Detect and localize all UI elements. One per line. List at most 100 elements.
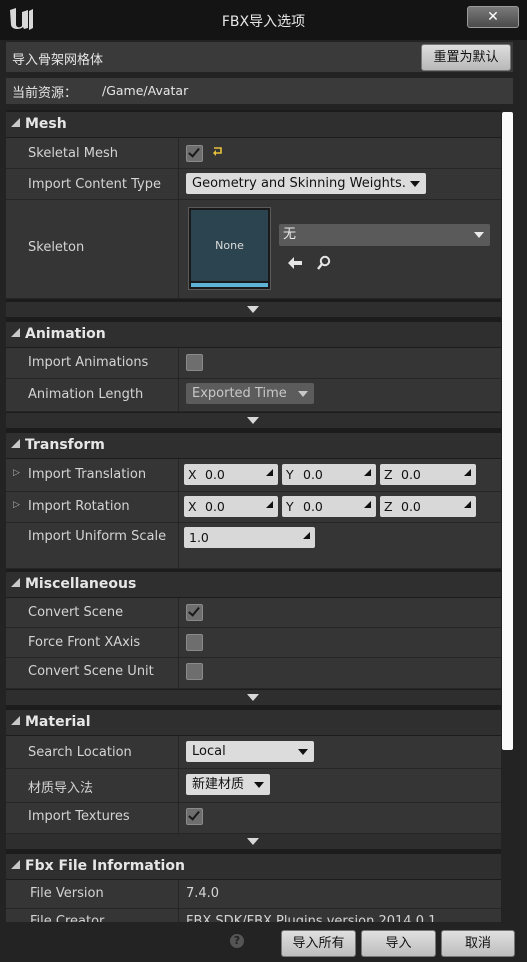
cancel-button[interactable]: 取消	[441, 930, 515, 957]
rotation-z-field[interactable]: Z 0.0	[380, 496, 476, 517]
chevron-down-icon	[474, 232, 484, 238]
property-label: File Creator	[30, 914, 105, 922]
category-title: Material	[25, 714, 91, 730]
row-import-uniform-scale: Import Uniform Scale 1.0	[6, 523, 501, 569]
translation-x-field[interactable]: X 0.0	[184, 464, 278, 485]
category-fbx-file-information[interactable]: Fbx File Information	[6, 854, 501, 879]
category-mesh[interactable]: Mesh	[6, 112, 501, 137]
property-label: Search Location	[28, 745, 132, 760]
file-version-value: 7.4.0	[186, 886, 220, 901]
window-title: FBX导入选项	[221, 14, 306, 30]
skeleton-asset-dropdown[interactable]: 无	[279, 224, 490, 246]
dialog-footer: ? 导入所有 导入 取消	[0, 922, 527, 962]
search-location-dropdown[interactable]: Local	[186, 741, 314, 762]
current-asset-label: 当前资源：	[12, 86, 78, 101]
file-creator-value: FBX SDK/FBX Plugins version 2014.0.1	[186, 914, 437, 922]
fbx-import-options-window: FBX导入选项 ✕ 导入骨架网格体 重置为默认 当前资源： /Game/Avat…	[0, 0, 527, 962]
convert-scene-checkbox[interactable]	[186, 604, 203, 621]
rotation-y-field[interactable]: Y 0.0	[282, 496, 376, 517]
row-convert-scene-unit: Convert Scene Unit	[6, 658, 501, 689]
row-convert-scene: Convert Scene	[6, 598, 501, 628]
category-transform[interactable]: Transform	[6, 433, 501, 458]
reset-arrow-icon[interactable]	[212, 146, 224, 156]
vertical-scrollbar[interactable]	[501, 110, 515, 922]
force-front-xaxis-checkbox[interactable]	[186, 634, 203, 651]
use-selected-arrow-icon[interactable]	[287, 256, 303, 270]
current-asset-bar: 当前资源： /Game/Avatar	[6, 78, 513, 104]
category-material[interactable]: Material	[6, 710, 501, 735]
help-icon[interactable]: ?	[230, 934, 244, 948]
row-import-content-type: Import Content Type Geometry and Skinnin…	[6, 169, 501, 200]
property-label: Import Animations	[28, 355, 149, 370]
category-title: Animation	[25, 326, 106, 342]
category-miscellaneous[interactable]: Miscellaneous	[6, 572, 501, 597]
material-import-method-dropdown[interactable]: 新建材质	[186, 774, 270, 795]
chevron-down-icon	[298, 749, 308, 755]
expand-arrow-icon[interactable]: ▷	[13, 500, 20, 510]
animation-length-dropdown[interactable]: Exported Time	[186, 383, 314, 404]
uniform-scale-field[interactable]: 1.0	[184, 527, 315, 548]
property-label: Skeletal Mesh	[28, 146, 118, 161]
property-label: Import Textures	[28, 809, 130, 824]
import-button[interactable]: 导入	[361, 930, 436, 957]
expand-down-icon	[247, 417, 259, 424]
property-label: 材质导入法	[28, 781, 94, 796]
row-file-version: File Version 7.4.0	[6, 880, 501, 909]
property-label: Skeleton	[28, 240, 85, 255]
import-content-type-dropdown[interactable]: Geometry and Skinning Weights.	[186, 173, 426, 194]
row-force-front-xaxis: Force Front XAxis	[6, 628, 501, 658]
row-import-animations: Import Animations	[6, 348, 501, 379]
import-textures-checkbox[interactable]	[186, 808, 203, 825]
collapse-triangle-icon[interactable]	[11, 439, 20, 448]
category-title: Mesh	[25, 116, 67, 132]
advanced-expander[interactable]	[6, 302, 501, 317]
translation-y-field[interactable]: Y 0.0	[282, 464, 376, 485]
property-label: Convert Scene Unit	[28, 664, 154, 679]
row-material-import-method: 材质导入法 新建材质	[6, 769, 501, 803]
reset-to-default-button[interactable]: 重置为默认	[421, 44, 511, 71]
category-title: Miscellaneous	[25, 576, 137, 592]
advanced-expander[interactable]	[6, 834, 501, 849]
convert-scene-unit-checkbox[interactable]	[186, 663, 203, 680]
advanced-expander[interactable]	[6, 413, 501, 428]
property-label: File Version	[30, 886, 104, 901]
import-type-bar: 导入骨架网格体 重置为默认	[6, 42, 513, 72]
property-label: Convert Scene	[28, 605, 124, 620]
collapse-triangle-icon[interactable]	[11, 118, 20, 127]
row-animation-length: Animation Length Exported Time	[6, 379, 501, 412]
translation-z-field[interactable]: Z 0.0	[380, 464, 476, 485]
thumbnail-none-label: None	[215, 239, 244, 252]
scrollbar-thumb[interactable]	[502, 112, 513, 750]
browse-search-icon[interactable]	[316, 255, 332, 271]
chevron-down-icon	[254, 782, 264, 788]
rotation-x-field[interactable]: X 0.0	[184, 496, 278, 517]
expand-down-icon	[247, 838, 259, 845]
row-import-translation: ▷ Import Translation X 0.0 Y 0.0 Z 0.0	[6, 459, 501, 492]
row-import-rotation: ▷ Import Rotation X 0.0 Y 0.0 Z 0.0	[6, 492, 501, 523]
current-asset-path: /Game/Avatar	[102, 83, 189, 98]
category-title: Transform	[25, 437, 105, 453]
title-bar[interactable]: FBX导入选项 ✕	[0, 0, 527, 40]
collapse-triangle-icon[interactable]	[11, 716, 20, 725]
property-label: Force Front XAxis	[28, 635, 141, 650]
expand-down-icon	[247, 306, 259, 313]
chevron-down-icon	[410, 181, 420, 187]
property-label: Animation Length	[28, 387, 144, 402]
collapse-triangle-icon[interactable]	[11, 860, 20, 869]
collapse-triangle-icon[interactable]	[11, 328, 20, 337]
import-all-button[interactable]: 导入所有	[281, 930, 356, 957]
expand-down-icon	[247, 694, 259, 701]
expand-arrow-icon[interactable]: ▷	[13, 468, 20, 478]
details-panel[interactable]: Mesh Skeletal Mesh Import Content Type G…	[6, 110, 501, 922]
skeletal-mesh-checkbox[interactable]	[186, 145, 203, 162]
skeleton-thumbnail[interactable]: None	[188, 207, 271, 290]
collapse-triangle-icon[interactable]	[11, 578, 20, 587]
row-skeletal-mesh: Skeletal Mesh	[6, 138, 501, 169]
import-animations-checkbox[interactable]	[186, 354, 203, 371]
advanced-expander[interactable]	[6, 690, 501, 705]
chevron-down-icon	[298, 391, 308, 397]
category-animation[interactable]: Animation	[6, 322, 501, 347]
close-button[interactable]: ✕	[467, 6, 519, 28]
property-label: Import Content Type	[28, 177, 161, 192]
property-label: Import Uniform Scale	[28, 529, 167, 544]
